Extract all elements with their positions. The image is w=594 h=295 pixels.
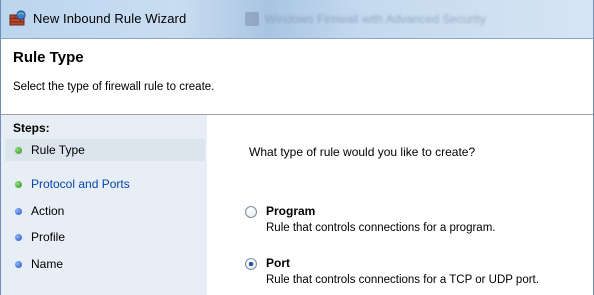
firewall-icon <box>9 10 26 26</box>
port-label[interactable]: Port <box>266 256 290 270</box>
main-pane: What type of rule would you like to crea… <box>207 115 593 295</box>
blue-dot-icon <box>15 261 22 268</box>
steps-pane: Steps: Rule Type Protocol and Ports Acti… <box>1 115 207 295</box>
step-protocol-and-ports[interactable]: Protocol and Ports <box>5 173 205 195</box>
step-label: Action <box>31 204 65 218</box>
step-label: Profile <box>31 230 66 244</box>
green-dot-icon <box>15 181 22 188</box>
step-name[interactable]: Name <box>5 253 205 275</box>
step-label: Rule Type <box>31 143 85 157</box>
steps-heading: Steps: <box>13 121 50 135</box>
page-subtitle: Select the type of firewall rule to crea… <box>13 81 215 93</box>
step-rule-type[interactable]: Rule Type <box>5 139 205 161</box>
title-bar[interactable]: New Inbound Rule Wizard Windows Firewall… <box>1 0 593 39</box>
window-title: New Inbound Rule Wizard <box>33 11 187 26</box>
step-action[interactable]: Action <box>5 200 205 222</box>
program-radio[interactable] <box>245 206 257 218</box>
firewall-icon <box>245 12 259 26</box>
page-title: Rule Type <box>13 49 84 66</box>
wizard-header: Rule Type Select the type of firewall ru… <box>1 39 593 115</box>
blue-dot-icon <box>15 208 22 215</box>
port-description: Rule that controls connections for a TCP… <box>266 274 539 286</box>
green-dot-icon <box>15 147 22 154</box>
blue-dot-icon <box>15 234 22 241</box>
option-port[interactable]: Port Rule that controls connections for … <box>245 256 585 295</box>
program-description: Rule that controls connections for a pro… <box>266 222 496 234</box>
step-label: Name <box>31 257 64 271</box>
port-radio[interactable] <box>245 258 257 270</box>
wizard-window: New Inbound Rule Wizard Windows Firewall… <box>0 0 594 295</box>
program-label[interactable]: Program <box>266 204 315 218</box>
step-profile[interactable]: Profile <box>5 226 205 248</box>
step-label: Protocol and Ports <box>31 177 130 191</box>
option-program[interactable]: Program Rule that controls connections f… <box>245 204 585 244</box>
background-window-title: Windows Firewall with Advanced Security <box>237 8 593 30</box>
background-window-title-text: Windows Firewall with Advanced Security <box>265 12 486 26</box>
rule-type-question: What type of rule would you like to crea… <box>249 145 476 159</box>
